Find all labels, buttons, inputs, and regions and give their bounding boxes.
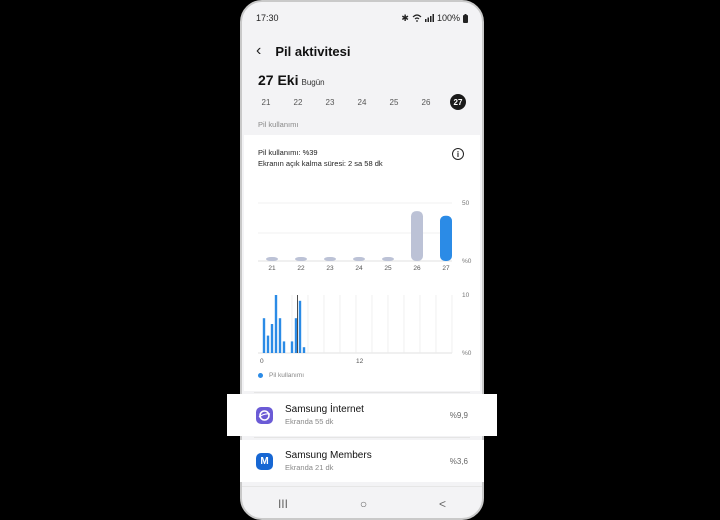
daily-bar[interactable] (324, 257, 336, 261)
hourly-usage-chart: 0 12 10 %0 (258, 292, 472, 365)
daily-bar[interactable] (353, 257, 365, 261)
samsung-members-icon: M (256, 452, 273, 470)
bluetooth-icon: ✱ (401, 12, 409, 23)
navigation-bar: III ○ < (242, 486, 482, 518)
battery-icon (463, 13, 468, 23)
nav-back-button[interactable]: < (439, 497, 446, 511)
legend-label: Pil kullanımı (269, 372, 305, 379)
usage-card: Pil kullanımı: %39 Ekranın açık kalma sü… (244, 135, 480, 391)
day-26[interactable]: 26 (418, 94, 434, 110)
daily-tick-label: 23 (326, 265, 334, 272)
hourly-xtick-label: 12 (356, 358, 364, 365)
hourly-bar (290, 341, 294, 353)
section-label: Pil kullanımı (258, 120, 299, 129)
daily-tick-label: 22 (297, 265, 305, 272)
hourly-bar (302, 347, 306, 353)
hourly-ytick-label: %0 (462, 350, 472, 357)
status-bar: 17:30 ✱ 100% (256, 11, 468, 25)
app-percent: %3,6 (449, 456, 468, 466)
daily-tick-label: 25 (384, 265, 392, 272)
day-25[interactable]: 25 (386, 94, 402, 110)
chart-legend: Pil kullanımı (258, 372, 304, 379)
date-main: 27 Eki (258, 72, 299, 88)
hourly-bar (274, 295, 278, 353)
daily-bar[interactable] (440, 215, 452, 261)
home-button[interactable]: ○ (360, 497, 367, 511)
row-divider (254, 437, 470, 438)
hourly-xtick-label: 0 (260, 358, 264, 365)
date-sub: Bugün (301, 78, 325, 87)
day-24[interactable]: 24 (354, 94, 370, 110)
signal-icon (424, 14, 434, 22)
app-screen-time: Ekranda 55 dk (285, 417, 334, 426)
hourly-bar (278, 318, 282, 353)
app-row-samsung-internet[interactable]: Samsung İnternet Ekranda 55 dk %9,9 (227, 394, 497, 436)
samsung-internet-icon (256, 406, 273, 424)
hourly-bar (262, 318, 266, 353)
daily-bar[interactable] (382, 257, 394, 261)
app-name: Samsung İnternet (285, 404, 364, 415)
wifi-icon (412, 14, 422, 22)
app-row-samsung-members[interactable]: M Samsung Members Ekranda 21 dk %3,6 (240, 440, 484, 482)
battery-percent: 100% (436, 13, 460, 23)
daily-tick-label: 21 (268, 265, 276, 272)
daily-tick-label: 24 (355, 265, 363, 272)
hourly-ytick-label: 10 (462, 292, 470, 299)
status-time: 17:30 (256, 13, 279, 23)
daily-ytick-label: %0 (462, 258, 472, 265)
daily-ytick-label: 50 (462, 200, 470, 207)
app-screen-time: Ekranda 21 dk (285, 463, 334, 472)
hourly-bar (298, 300, 302, 353)
app-percent: %9,9 (449, 410, 468, 420)
screen-time: Ekranın açık kalma süresi: 2 sa 58 dk (258, 159, 383, 168)
recents-button[interactable]: III (278, 497, 288, 511)
day-21[interactable]: 21 (258, 94, 274, 110)
hourly-bar (266, 335, 270, 353)
day-27-selected[interactable]: 27 (450, 94, 466, 110)
daily-usage-chart: 21 22 23 24 25 26 27 50 %0 (258, 200, 472, 272)
daily-tick-label: 27 (442, 265, 450, 272)
info-icon[interactable]: i (452, 148, 464, 160)
day-selector: 21 22 23 24 25 26 27 (258, 94, 468, 110)
back-arrow-icon[interactable]: ‹ (256, 43, 261, 59)
hourly-bar (294, 318, 298, 353)
daily-bar[interactable] (295, 257, 307, 261)
hourly-bar (282, 341, 286, 353)
day-23[interactable]: 23 (322, 94, 338, 110)
daily-tick-label: 26 (413, 265, 421, 272)
date-heading: 27 Eki Bugün (258, 72, 325, 88)
usage-percent: Pil kullanımı: %39 (258, 148, 318, 157)
app-name: Samsung Members (285, 450, 372, 461)
header: ‹ Pil aktivitesi (256, 42, 350, 60)
hourly-bar (270, 324, 274, 353)
page-title: Pil aktivitesi (275, 43, 351, 59)
day-22[interactable]: 22 (290, 94, 306, 110)
daily-bar[interactable] (411, 211, 423, 261)
legend-dot-icon (258, 373, 263, 378)
daily-bar[interactable] (266, 257, 278, 261)
row-divider (254, 392, 470, 393)
